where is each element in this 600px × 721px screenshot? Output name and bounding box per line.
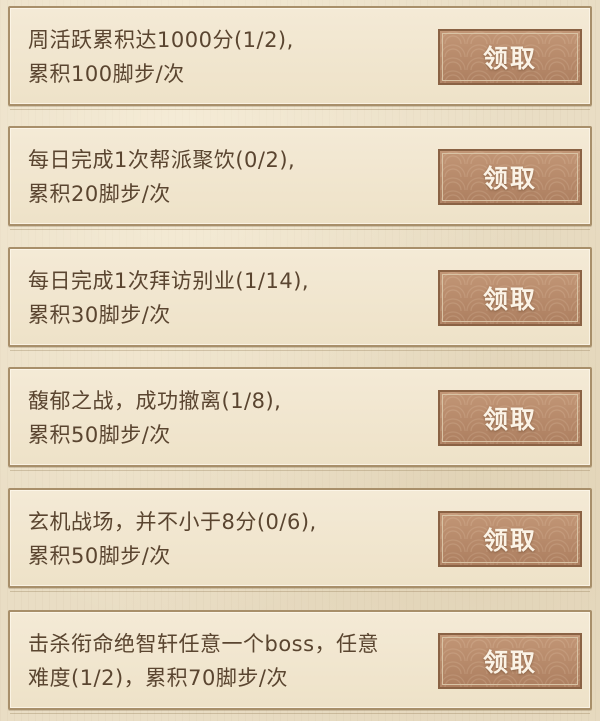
claim-button[interactable]: 领取	[438, 270, 582, 326]
task-card: 击杀衔命绝智轩任意一个boss，任意 难度(1/2)，累积70脚步/次 领取	[8, 610, 592, 714]
task-reward-text: 累积20脚步/次	[28, 182, 171, 206]
claim-button-label: 领取	[482, 164, 537, 193]
task-condition-text: 每日完成1次帮派聚饮(0/2),	[28, 148, 296, 172]
task-card: 玄机战场，并不小于8分(0/6), 累积50脚步/次 领取	[8, 488, 592, 592]
claim-button-label: 领取	[482, 405, 537, 434]
task-condition-text: 每日完成1次拜访别业(1/14),	[28, 269, 310, 293]
claim-button[interactable]: 领取	[438, 149, 582, 205]
task-list: 周活跃累积达1000分(1/2), 累积100脚步/次 领取 每日完成1次帮派聚…	[0, 0, 600, 721]
task-card: 馥郁之战，成功撤离(1/8), 累积50脚步/次 领取	[8, 367, 592, 471]
claim-button[interactable]: 领取	[438, 29, 582, 85]
task-card: 每日完成1次拜访别业(1/14), 累积30脚步/次 领取	[8, 247, 592, 351]
claim-button[interactable]: 领取	[438, 633, 582, 689]
claim-button-label: 领取	[482, 285, 537, 314]
task-description: 每日完成1次帮派聚饮(0/2), 累积20脚步/次	[28, 143, 428, 211]
task-description: 击杀衔命绝智轩任意一个boss，任意 难度(1/2)，累积70脚步/次	[28, 627, 438, 695]
claim-button-label: 领取	[482, 648, 537, 677]
task-description: 周活跃累积达1000分(1/2), 累积100脚步/次	[28, 23, 428, 91]
task-card: 每日完成1次帮派聚饮(0/2), 累积20脚步/次 领取	[8, 126, 592, 230]
task-condition-text: 馥郁之战，成功撤离(1/8),	[28, 389, 282, 413]
claim-button[interactable]: 领取	[438, 511, 582, 567]
task-card: 周活跃累积达1000分(1/2), 累积100脚步/次 领取	[8, 6, 592, 110]
task-reward-text: 累积50脚步/次	[28, 544, 171, 568]
claim-button-label: 领取	[482, 44, 537, 73]
claim-button[interactable]: 领取	[438, 390, 582, 446]
task-description: 每日完成1次拜访别业(1/14), 累积30脚步/次	[28, 264, 428, 332]
task-condition-text: 击杀衔命绝智轩任意一个boss，任意	[28, 632, 380, 656]
task-condition-text: 周活跃累积达1000分(1/2),	[28, 28, 294, 52]
task-reward-text: 累积100脚步/次	[28, 62, 185, 86]
task-condition-text: 玄机战场，并不小于8分(0/6),	[28, 510, 317, 534]
task-reward-text: 难度(1/2)，累积70脚步/次	[28, 666, 288, 690]
task-reward-text: 累积50脚步/次	[28, 423, 171, 447]
claim-button-label: 领取	[482, 526, 537, 555]
task-description: 馥郁之战，成功撤离(1/8), 累积50脚步/次	[28, 384, 428, 452]
task-reward-text: 累积30脚步/次	[28, 303, 171, 327]
task-description: 玄机战场，并不小于8分(0/6), 累积50脚步/次	[28, 505, 428, 573]
